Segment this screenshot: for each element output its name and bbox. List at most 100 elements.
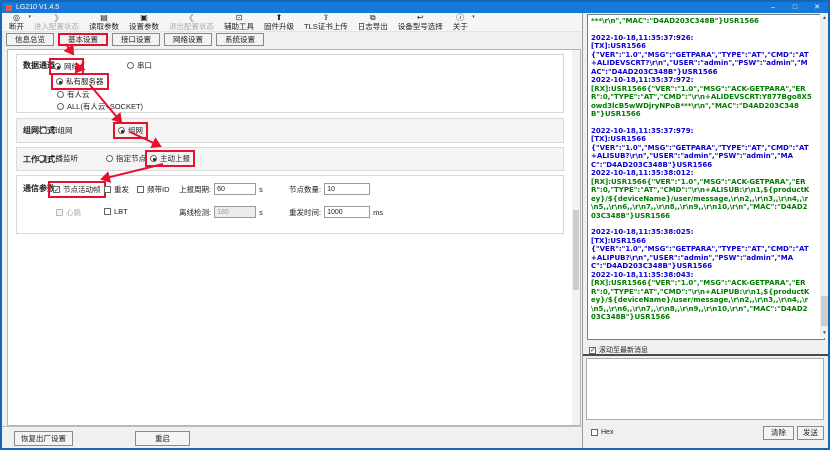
toolbar-icon-device-model-select: ↩	[417, 13, 424, 22]
checkbox-option-node-active-frame[interactable]: 节点活动帧	[48, 181, 106, 198]
radio-option-mesh[interactable]: 组网	[113, 122, 148, 139]
resend-time-input[interactable]	[324, 206, 370, 218]
toolbar: ◎ 断开 ▾ ❯ 进入配置状态 ▾ ▤ 读取参数 ▾ ▣ 设置参数 ▾ ❮ 退出…	[2, 13, 582, 32]
toolbar-button-tools[interactable]: ⊡ 辅助工具 ▾	[219, 13, 259, 31]
hex-label: Hex	[601, 429, 613, 436]
tab-port-settings[interactable]: 接口设置	[112, 33, 160, 46]
log-entry: [RX]:USR1566{"VER":"1.0","MSG":"ACK-GETP…	[591, 279, 812, 322]
option-label-heartbeat: 心跳	[66, 207, 81, 218]
toolbar-icon-read-params: ▤	[100, 13, 108, 22]
option-label-resend: 重发	[114, 184, 129, 195]
send-input[interactable]	[586, 358, 824, 420]
log-entry: [RX]:USR1566{"VER":"1.0","MSG":"ACK-GETP…	[591, 85, 812, 119]
log-entry: [TX]:USR1566	[591, 135, 812, 144]
scrollbar-thumb[interactable]	[573, 210, 579, 290]
toolbar-label-firmware-upgrade: 固件升级	[264, 22, 294, 31]
tab-system-settings[interactable]: 系统设置	[216, 33, 264, 46]
tab-info-overview[interactable]: 信息总览	[6, 33, 54, 46]
toolbar-button-device-model-select[interactable]: ↩ 设备型号选择 ▾	[393, 13, 448, 31]
hex-checkbox[interactable]: Hex	[591, 429, 613, 436]
log-scrollbar-thumb[interactable]	[821, 296, 828, 326]
log-entry	[591, 26, 812, 34]
checkbox-icon	[591, 429, 598, 436]
toolbar-button-set-params[interactable]: ▣ 设置参数 ▾	[124, 13, 164, 31]
checkbox-option-heartbeat[interactable]: 心跳	[53, 206, 84, 219]
log-entry: 2022-10-18,11:35:38:043:	[591, 271, 812, 280]
restart-button[interactable]: 重启	[135, 431, 190, 446]
clear-button[interactable]: 清除	[763, 426, 794, 440]
minimize-button[interactable]: –	[762, 2, 784, 13]
settings-scrollbar[interactable]	[572, 50, 580, 425]
toolbar-button-exit-config[interactable]: ❮ 退出配置状态 ▾	[164, 13, 219, 31]
toolbar-button-enter-config[interactable]: ❯ 进入配置状态 ▾	[29, 13, 84, 31]
checkbox-icon-node-active-frame	[53, 186, 60, 193]
radio-option-all-socket[interactable]: ALL(有人云+SOCKET)	[54, 100, 146, 113]
log-entry	[591, 119, 812, 127]
tab-basic-settings[interactable]: 基本设置	[58, 33, 108, 46]
node-count-input[interactable]	[324, 183, 370, 195]
field-report-period: 上报周期: s	[179, 183, 263, 195]
log-entry: [RX]:USR1566{"VER":"1.0","MSG":"ACK-GETP…	[591, 178, 812, 221]
scroll-down-icon[interactable]: ▼	[820, 329, 829, 338]
field-unit: ms	[373, 208, 383, 217]
radio-icon-network	[54, 63, 61, 70]
toolbar-button-disconnect[interactable]: ◎ 断开 ▾	[4, 13, 29, 31]
log-scrollbar[interactable]: ▲ ▼	[820, 14, 829, 338]
titlebar: LG210 V1.4.5 – □ ✕	[2, 2, 828, 13]
checkbox-icon-resend	[104, 186, 111, 193]
log-entry: [TX]:USR1566	[591, 42, 812, 51]
option-label-usr-cloud: 有人云	[67, 89, 90, 100]
checkbox-option-band-id[interactable]: 频带ID	[134, 183, 173, 196]
group-data-channel: 数据通道: 网络 串口 私有服务器 有人云 ALL	[16, 54, 564, 113]
group-work-mode: 工作模式: 广播监听 指定节点 主动上报	[16, 147, 564, 171]
log-output[interactable]: ***\r\n","MAC":"D4AD203C348B"}USR1566202…	[587, 14, 825, 340]
checkbox-icon-lbt	[104, 208, 111, 215]
option-label-serial: 串口	[137, 60, 152, 71]
maximize-button[interactable]: □	[784, 2, 806, 13]
log-entry: 2022-10-18,11:35:37:979:	[591, 127, 812, 136]
field-node-count: 节点数量:	[289, 183, 373, 195]
checkbox-icon	[589, 347, 596, 354]
option-label-node-active-frame: 节点活动帧	[63, 184, 101, 195]
checkbox-option-resend[interactable]: 重发	[101, 183, 132, 196]
radio-option-broadcast-listen[interactable]: 广播监听	[35, 152, 81, 165]
toolbar-icon-about: ⓘ	[456, 13, 464, 22]
log-entry: 2022-10-18,11:35:37:972:	[591, 76, 812, 85]
option-label-all-socket: ALL(有人云+SOCKET)	[67, 101, 143, 112]
radio-option-active-report[interactable]: 主动上报	[145, 150, 195, 167]
toolbar-label-enter-config: 进入配置状态	[34, 22, 79, 31]
checkbox-option-lbt[interactable]: LBT	[101, 206, 131, 217]
group-network-mode: 组网模式: 不组网 组网	[16, 118, 564, 143]
tab-network-settings[interactable]: 网络设置	[164, 33, 212, 46]
toolbar-button-log-export[interactable]: ⧉ 日志导出 ▾	[353, 13, 393, 31]
report-period-input[interactable]	[214, 183, 256, 195]
toolbar-button-tls-cert-upload[interactable]: ⇪ TLS证书上传 ▾	[299, 13, 353, 31]
toolbar-button-read-params[interactable]: ▤ 读取参数 ▾	[84, 13, 124, 31]
toolbar-label-tls-cert-upload: TLS证书上传	[304, 22, 348, 31]
field-offline-detect: 离线检测: s	[179, 206, 263, 218]
toolbar-label-exit-config: 退出配置状态	[169, 22, 214, 31]
field-unit: s	[259, 208, 263, 217]
toolbar-button-about[interactable]: ⓘ 关于 ▾	[448, 13, 473, 31]
toolbar-label-read-params: 读取参数	[89, 22, 119, 31]
tab-bar: 信息总览基本设置接口设置网络设置系统设置	[6, 33, 264, 48]
radio-option-no-mesh[interactable]: 不组网	[37, 124, 76, 137]
window-title: LG210 V1.4.5	[16, 2, 762, 13]
factory-reset-button[interactable]: 恢复出厂设置	[14, 431, 73, 446]
toolbar-icon-firmware-upgrade: ⬆	[276, 13, 283, 22]
close-button[interactable]: ✕	[806, 2, 828, 13]
field-resend-time: 重发时间: ms	[289, 206, 383, 218]
toolbar-button-firmware-upgrade[interactable]: ⬆ 固件升级 ▾	[259, 13, 299, 31]
option-label-private-server: 私有服务器	[66, 76, 104, 87]
toolbar-label-tools: 辅助工具	[224, 22, 254, 31]
option-label-broadcast-listen: 广播监听	[48, 153, 78, 164]
radio-option-serial[interactable]: 串口	[124, 59, 155, 72]
toolbar-label-about: 关于	[453, 22, 468, 31]
scroll-up-icon[interactable]: ▲	[820, 14, 829, 23]
radio-icon-all-socket	[57, 103, 64, 110]
dropdown-arrow-icon-about[interactable]: ▾	[472, 14, 475, 20]
send-button[interactable]: 发送	[797, 426, 824, 440]
radio-option-assigned-node[interactable]: 指定节点	[103, 152, 149, 165]
radio-icon-no-mesh	[40, 127, 47, 134]
field-label: 上报周期:	[179, 184, 211, 195]
